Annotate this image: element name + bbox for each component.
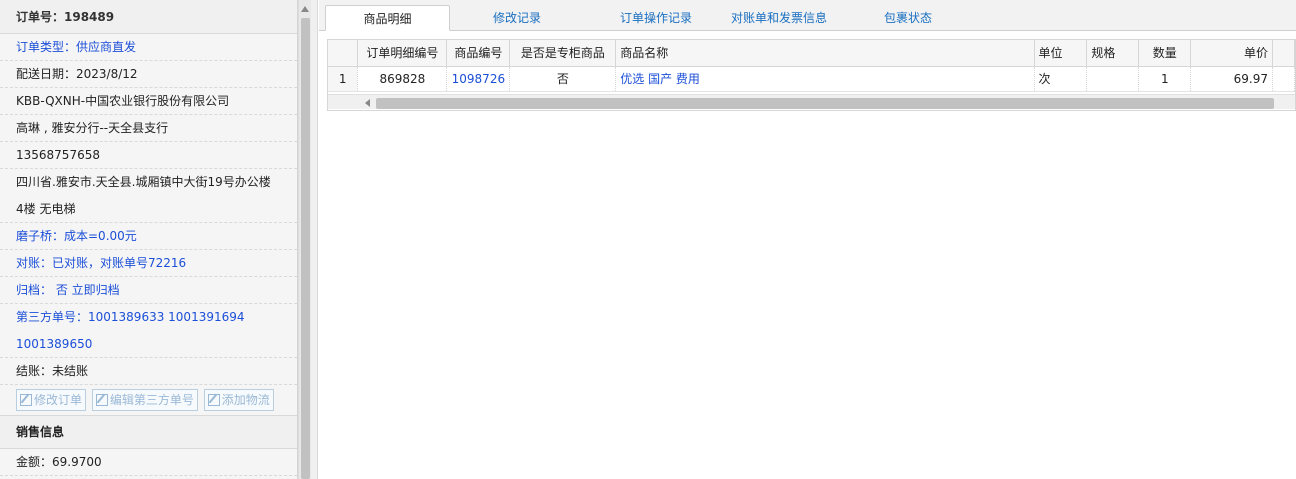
archive-status[interactable]: 归档： 否 立即归档 xyxy=(0,277,297,304)
order-number: 订单号：198489 xyxy=(0,0,297,34)
col-spec[interactable]: 规格 xyxy=(1086,40,1140,67)
counter-product-cell: 否 xyxy=(509,66,617,92)
address-line-1: 四川省.雅安市.天全县.城厢镇中大街19号办公楼 xyxy=(16,175,271,189)
edit-order-button[interactable]: 修改订单 xyxy=(16,388,87,411)
sales-amount: 金额：69.9700 xyxy=(0,449,297,476)
horizontal-scrollbar-thumb[interactable] xyxy=(376,98,1274,109)
order-type: 订单类型：供应商直发 xyxy=(0,34,297,61)
tab-order-operation-log[interactable]: 订单操作记录 xyxy=(601,5,711,31)
tab-product-details[interactable]: 商品明细 xyxy=(325,5,450,31)
phone-number: 13568757658 xyxy=(0,142,297,169)
scroll-left-icon[interactable] xyxy=(365,99,370,107)
row-number: 1 xyxy=(328,66,359,92)
col-product-id[interactable]: 商品编号 xyxy=(446,40,511,67)
customer-name: KBB-QXNH-中国农业银行股份有限公司 xyxy=(0,88,297,115)
col-counter-product[interactable]: 是否是专柜商品 xyxy=(509,40,617,67)
third-party-line-2: 1001389650 xyxy=(0,331,297,358)
col-extra xyxy=(1272,40,1295,67)
sales-info-title: 销售信息 xyxy=(0,416,297,449)
edit-icon xyxy=(207,393,220,406)
detail-id-cell: 869828 xyxy=(357,66,448,92)
scrollbar-thumb[interactable] xyxy=(301,18,310,479)
address-line-2: 4楼 无电梯 xyxy=(0,196,297,223)
edit-third-party-button[interactable]: 编辑第三方单号 xyxy=(91,388,198,411)
scroll-up-icon[interactable] xyxy=(301,6,309,12)
quantity-cell: 1 xyxy=(1138,66,1192,92)
add-logistics-label: 添加物流 xyxy=(221,392,270,407)
col-quantity[interactable]: 数量 xyxy=(1138,40,1192,67)
delivery-date: 配送日期：2023/8/12 xyxy=(0,61,297,88)
third-party-line-1: 第三方单号：1001389633 1001391694 xyxy=(16,310,245,324)
extra-cell xyxy=(1272,66,1295,92)
add-logistics-button[interactable]: 添加物流 xyxy=(203,388,274,411)
unit-price-cell: 69.97 xyxy=(1190,66,1273,92)
edit-icon xyxy=(20,393,32,406)
settle-status: 结账：未结账 xyxy=(0,358,297,385)
product-id-link[interactable]: 1098726 xyxy=(446,66,511,92)
grind-cost: 磨子桥：成本=0.00元 xyxy=(0,223,297,250)
col-detail-id[interactable]: 订单明细编号 xyxy=(357,40,448,67)
col-unit[interactable]: 单位 xyxy=(1034,40,1088,67)
grid-horizontal-scrollbar[interactable] xyxy=(328,94,1295,109)
edit-third-party-label: 编辑第三方单号 xyxy=(109,392,194,407)
col-rownum xyxy=(328,40,359,67)
order-actions: 修改订单 编辑第三方单号 添加物流 xyxy=(0,385,297,416)
detail-panel: 商品明细 修改记录 订单操作记录 对账单和发票信息 包裹状态 订单明细编号 商品… xyxy=(319,0,1296,479)
product-grid: 订单明细编号 商品编号 是否是专柜商品 商品名称 单位 规格 数量 单价 1 8… xyxy=(327,39,1296,111)
edit-order-label: 修改订单 xyxy=(34,392,83,407)
spec-cell xyxy=(1086,66,1140,92)
col-product-name[interactable]: 商品名称 xyxy=(615,40,1035,67)
product-table: 订单明细编号 商品编号 是否是专柜商品 商品名称 单位 规格 数量 单价 1 8… xyxy=(328,40,1295,92)
reconcile-status: 对账：已对账，对账单号72216 xyxy=(0,250,297,277)
product-name-link[interactable]: 优选 国产 费用 xyxy=(615,66,1035,92)
tab-bar: 商品明细 修改记录 订单操作记录 对账单和发票信息 包裹状态 xyxy=(319,0,1296,31)
order-info-panel: 订单号：198489 订单类型：供应商直发 配送日期：2023/8/12 KBB… xyxy=(0,0,298,479)
table-header-row: 订单明细编号 商品编号 是否是专柜商品 商品名称 单位 规格 数量 单价 xyxy=(328,40,1295,67)
contact-name: 高琳 , 雅安分行--天全县支行 xyxy=(0,115,297,142)
tab-package-status[interactable]: 包裹状态 xyxy=(869,5,947,31)
tab-change-log[interactable]: 修改记录 xyxy=(473,5,561,31)
table-row[interactable]: 1 869828 1098726 否 优选 国产 费用 次 1 69.97 xyxy=(328,66,1295,92)
panel-splitter[interactable] xyxy=(311,0,318,479)
left-panel-scrollbar[interactable] xyxy=(298,0,311,479)
unit-cell: 次 xyxy=(1034,66,1088,92)
col-unit-price[interactable]: 单价 xyxy=(1190,40,1273,67)
tab-statement-invoice[interactable]: 对账单和发票信息 xyxy=(719,5,839,31)
edit-icon xyxy=(95,393,108,406)
